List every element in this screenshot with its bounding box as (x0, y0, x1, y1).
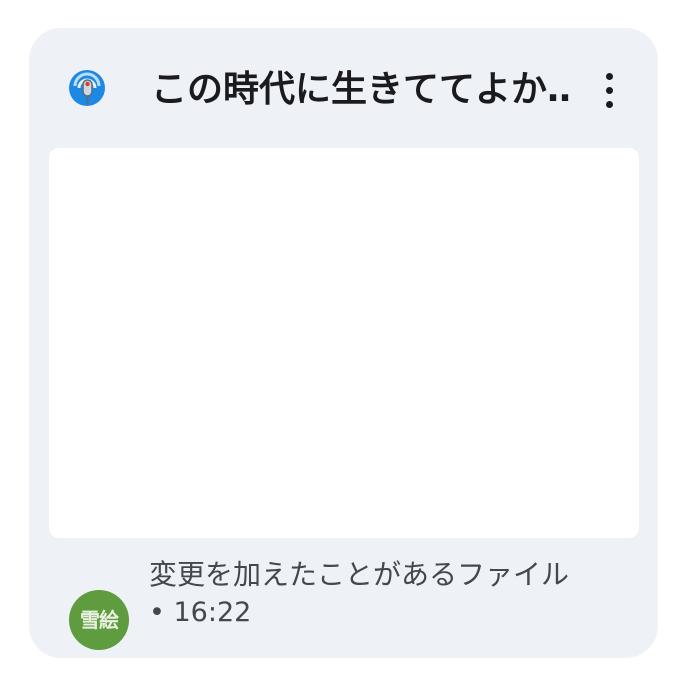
activity-text: 変更を加えたことがあるファイル • 16:22 (149, 556, 619, 632)
card-header: この時代に生きててよか… (29, 28, 658, 148)
podcast-microphone-icon (67, 68, 107, 108)
avatar: 雪絵 (69, 590, 129, 650)
more-options-button[interactable] (591, 66, 627, 114)
more-vert-icon (605, 72, 613, 80)
card-footer: 雪絵 変更を加えたことがあるファイル • 16:22 (29, 548, 658, 658)
more-vert-icon-dot-3 (605, 100, 613, 108)
file-card[interactable]: この時代に生きててよか… 雪絵 変更を加えたことがあるファイル • 16:22 (29, 28, 658, 658)
activity-label: 変更を加えたことがあるファイル (149, 558, 570, 591)
file-preview-thumbnail[interactable] (49, 148, 639, 538)
more-vert-icon-dot-2 (605, 86, 613, 94)
activity-timestamp: • 16:22 (149, 597, 252, 628)
card-title: この時代に生きててよか… (151, 69, 571, 110)
